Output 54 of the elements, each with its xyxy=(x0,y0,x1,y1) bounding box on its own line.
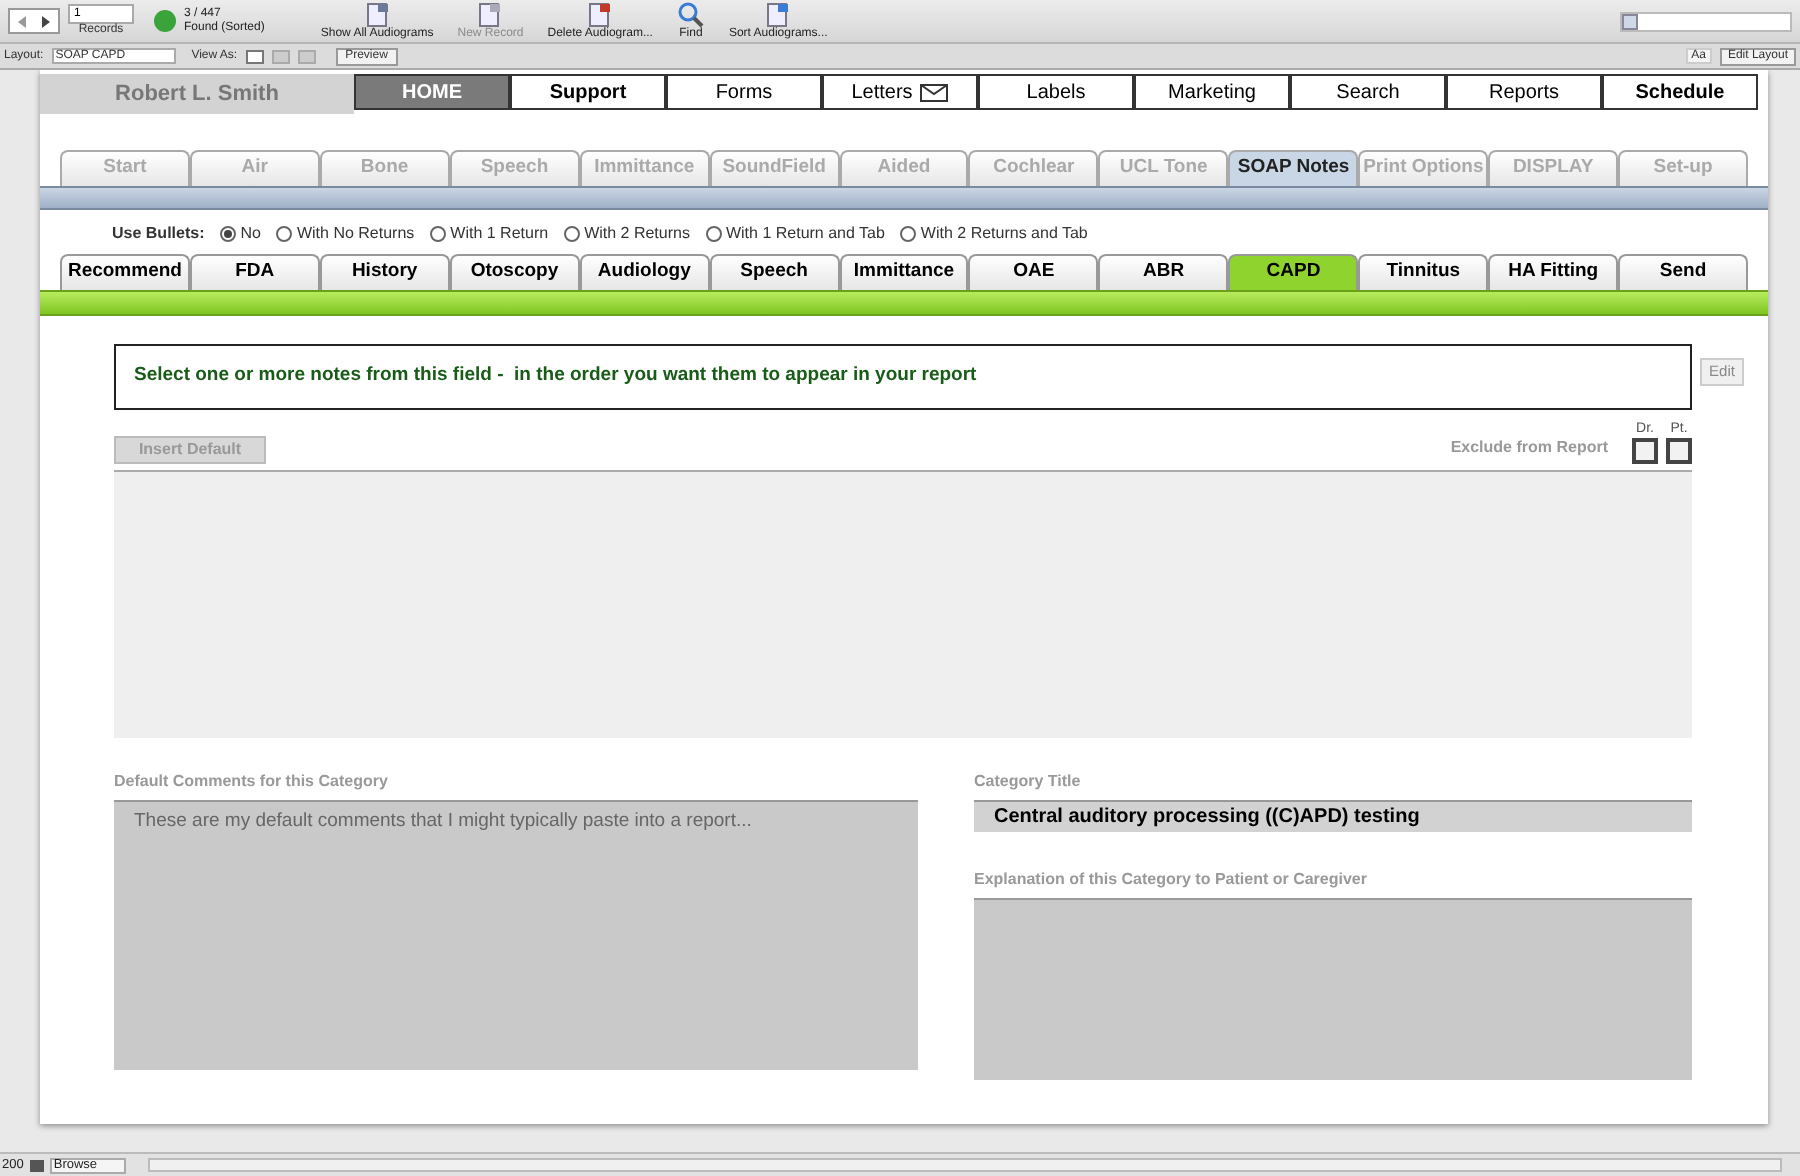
horizontal-scrollbar[interactable] xyxy=(147,1158,1782,1172)
patient-name: Robert L. Smith xyxy=(40,74,354,114)
category-tab[interactable]: Tinnitus xyxy=(1358,254,1489,290)
quick-find-field[interactable] xyxy=(1620,11,1792,31)
nav-button[interactable]: Forms xyxy=(666,74,822,110)
category-title-label: Category Title xyxy=(974,770,1083,794)
previous-icon xyxy=(18,15,26,27)
nav-button[interactable]: HOME xyxy=(354,74,510,110)
category-tab[interactable]: History xyxy=(319,254,450,290)
default-comments-field[interactable]: These are my default comments that I might typically paste into a report... xyxy=(114,800,918,1070)
zoom-icon[interactable] xyxy=(29,1159,44,1171)
category-tab[interactable]: FDA xyxy=(189,254,320,290)
document-icon xyxy=(764,1,793,27)
nav-button[interactable]: Reports xyxy=(1446,74,1602,110)
category-tab[interactable]: HA Fitting xyxy=(1488,254,1619,290)
notes-list-field[interactable] xyxy=(114,470,1692,738)
bullet-radio[interactable]: With 1 Return xyxy=(430,222,549,246)
exclude-checkbox[interactable] xyxy=(1666,438,1692,464)
bullet-radio[interactable]: With No Returns xyxy=(276,222,415,246)
category-title-field[interactable]: Central auditory processing ((C)APD) testing xyxy=(974,800,1692,832)
found-icon xyxy=(154,10,176,32)
bullets-label: Use Bullets: xyxy=(112,222,205,246)
explanation-field[interactable] xyxy=(974,898,1692,1080)
exclude-label: Exclude from Report xyxy=(1450,436,1608,460)
nav-button[interactable]: Support xyxy=(510,74,666,110)
envelope-icon xyxy=(920,83,949,101)
category-tab[interactable]: ABR xyxy=(1098,254,1229,290)
category-tab[interactable]: OAE xyxy=(968,254,1099,290)
category-tab[interactable]: Immittance xyxy=(839,254,969,290)
category-tab[interactable]: Recommend xyxy=(60,254,190,290)
default-comments-label: Default Comments for this Category xyxy=(114,770,390,794)
record-navigation-button[interactable] xyxy=(8,8,60,34)
bullet-radio[interactable]: With 1 Return and Tab xyxy=(705,222,885,246)
form-view-icon[interactable] xyxy=(245,49,264,63)
module-tab[interactable]: SOAP Notes xyxy=(1228,150,1359,186)
category-tab[interactable]: CAPD xyxy=(1228,254,1359,290)
document-icon xyxy=(586,1,615,27)
instruction-text: Select one or more notes from this field - in the order you want them to appear in your report xyxy=(134,362,977,391)
nav-button[interactable]: Letters xyxy=(822,74,978,110)
category-tab[interactable]: Audiology xyxy=(579,254,710,290)
next-icon xyxy=(42,15,50,27)
nav-button[interactable]: Labels xyxy=(978,74,1134,110)
bullet-radio[interactable]: With 2 Returns and Tab xyxy=(900,222,1088,246)
nav-button[interactable]: Schedule xyxy=(1602,74,1758,110)
explanation-label: Explanation of this Category to Patient or Caregiver xyxy=(974,868,1369,892)
bullet-radio[interactable]: With 2 Returns xyxy=(564,222,690,246)
bullet-radio[interactable]: No xyxy=(220,222,261,246)
category-tab[interactable]: Speech xyxy=(709,254,840,290)
category-tab[interactable]: Send xyxy=(1618,254,1748,290)
document-icon xyxy=(363,1,392,27)
category-tab[interactable]: Otoscopy xyxy=(449,254,580,290)
nav-button[interactable]: Marketing xyxy=(1134,74,1290,110)
exclude-checkbox[interactable] xyxy=(1632,438,1658,464)
nav-button[interactable]: Search xyxy=(1290,74,1446,110)
